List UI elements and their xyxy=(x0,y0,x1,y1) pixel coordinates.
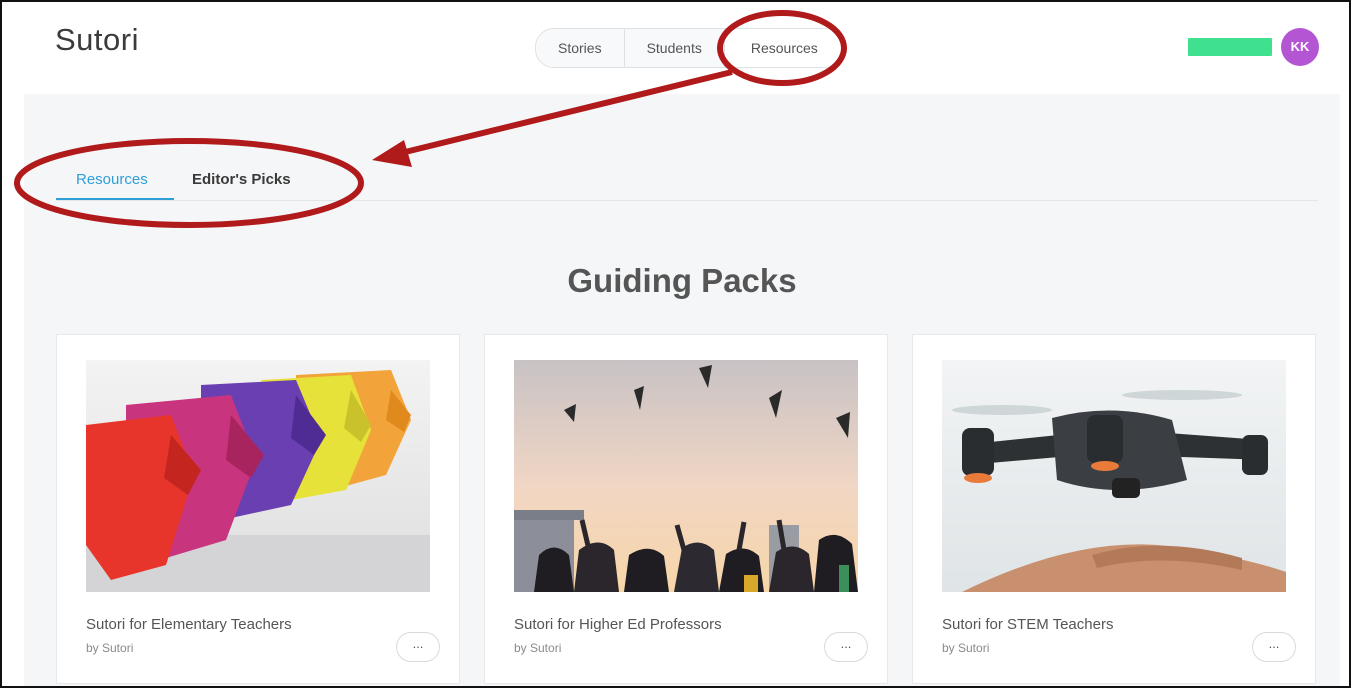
origami-elephants-image[interactable] xyxy=(86,360,430,592)
top-bar: Sutori Stories Students Resources KK xyxy=(2,2,1349,94)
sutori-logo[interactable]: Sutori xyxy=(55,22,139,58)
card-title[interactable]: Sutori for STEM Teachers xyxy=(942,616,1113,633)
screenshot-frame: Sutori Stories Students Resources KK Res… xyxy=(0,0,1351,688)
more-options-button[interactable]: ... xyxy=(1252,632,1296,662)
pack-card-stem[interactable]: Sutori for STEM Teachers by Sutori ... xyxy=(912,334,1316,684)
more-options-button[interactable]: ... xyxy=(824,632,868,662)
main-content: Resources Editor's Picks Guiding Packs S… xyxy=(24,94,1340,686)
pack-card-higher-ed[interactable]: Sutori for Higher Ed Professors by Sutor… xyxy=(484,334,888,684)
nav-resources[interactable]: Resources xyxy=(724,29,844,67)
card-title[interactable]: Sutori for Higher Ed Professors xyxy=(514,616,722,633)
highlight-bar xyxy=(1188,38,1272,56)
card-author: by Sutori xyxy=(86,641,134,655)
tab-editors-picks[interactable]: Editor's Picks xyxy=(192,171,291,188)
drone-image[interactable] xyxy=(942,360,1286,592)
card-title[interactable]: Sutori for Elementary Teachers xyxy=(86,616,292,633)
pack-card-elementary[interactable]: Sutori for Elementary Teachers by Sutori… xyxy=(56,334,460,684)
graduation-caps-image[interactable] xyxy=(514,360,858,592)
card-author: by Sutori xyxy=(942,641,990,655)
main-nav: Stories Students Resources xyxy=(535,28,845,68)
active-tab-indicator xyxy=(56,198,174,200)
tab-bar: Resources Editor's Picks xyxy=(56,154,1318,201)
card-author: by Sutori xyxy=(514,641,562,655)
section-title: Guiding Packs xyxy=(567,262,797,299)
tab-resources[interactable]: Resources xyxy=(76,171,148,188)
nav-students[interactable]: Students xyxy=(624,29,725,67)
avatar[interactable]: KK xyxy=(1281,28,1319,66)
more-options-button[interactable]: ... xyxy=(396,632,440,662)
nav-stories[interactable]: Stories xyxy=(536,29,625,67)
